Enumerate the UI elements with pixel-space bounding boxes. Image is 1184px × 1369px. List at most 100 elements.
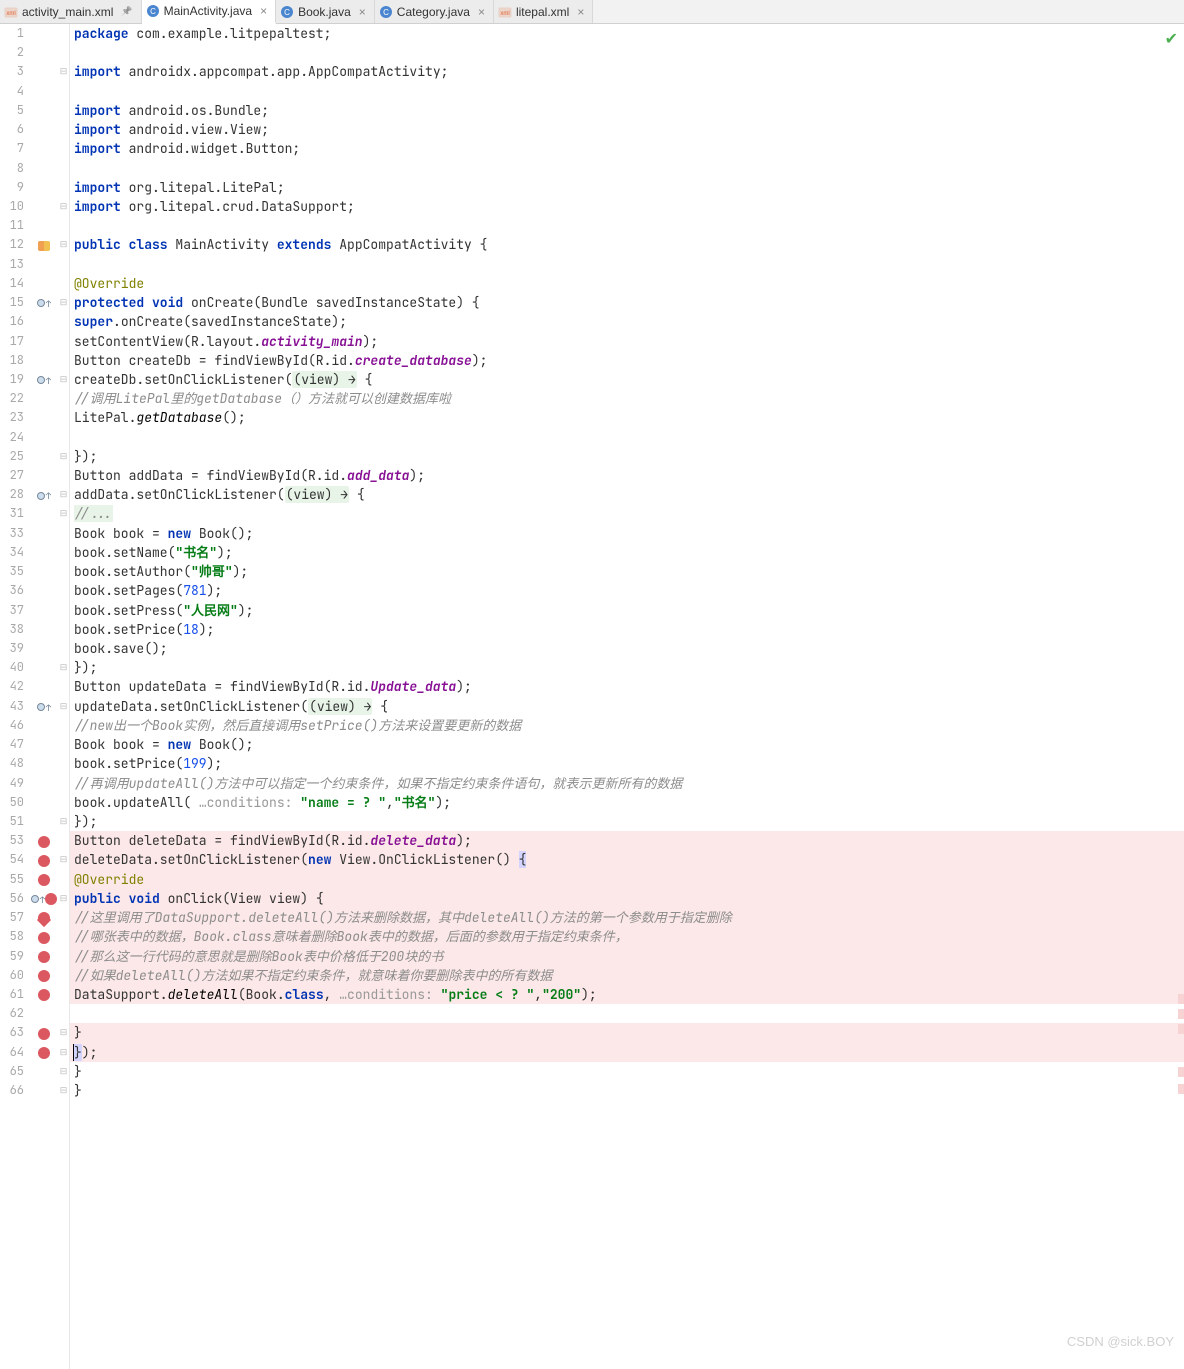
gutter-icon-cell[interactable] — [30, 274, 58, 293]
code-content[interactable]: Book book = new Book(); — [70, 524, 1184, 543]
code-content[interactable]: book.setName("书名"); — [70, 543, 1184, 562]
code-line[interactable]: 2 — [0, 43, 1184, 62]
code-content[interactable]: import android.view.View; — [70, 120, 1184, 139]
fold-toggle[interactable]: ⊟ — [58, 1023, 70, 1042]
code-line[interactable]: 24 — [0, 428, 1184, 447]
breakpoint-icon[interactable] — [38, 951, 50, 963]
code-line[interactable]: 6import android.view.View; — [0, 120, 1184, 139]
code-content[interactable]: //这里调用了DataSupport.deleteAll()方法来删除数据，其中… — [70, 908, 1184, 927]
fold-toggle[interactable] — [58, 985, 70, 1004]
code-content[interactable]: //调用LitePal里的getDatabase（）方法就可以创建数据库啦 — [70, 389, 1184, 408]
code-content[interactable]: setContentView(R.layout.activity_main); — [70, 332, 1184, 351]
breakpoint-icon[interactable] — [45, 893, 57, 905]
fold-toggle[interactable] — [58, 139, 70, 158]
tab-MainActivity-java[interactable]: CMainActivity.java× — [142, 0, 277, 24]
fold-toggle[interactable]: ⊟ — [58, 370, 70, 389]
fold-toggle[interactable] — [58, 927, 70, 946]
code-line[interactable]: 42 Button updateData = findViewById(R.id… — [0, 677, 1184, 696]
code-content[interactable] — [70, 43, 1184, 62]
code-line[interactable]: 13 — [0, 255, 1184, 274]
code-content[interactable]: Button updateData = findViewById(R.id.Up… — [70, 677, 1184, 696]
fold-toggle[interactable] — [58, 966, 70, 985]
code-line[interactable]: 58 //哪张表中的数据，Book.class意味着删除Book表中的数据，后面… — [0, 927, 1184, 946]
code-line[interactable]: 7import android.widget.Button; — [0, 139, 1184, 158]
code-content[interactable]: //new出一个Book实例，然后直接调用setPrice()方法来设置要更新的… — [70, 716, 1184, 735]
breakpoint-icon[interactable] — [38, 932, 50, 944]
fold-toggle[interactable] — [58, 216, 70, 235]
fold-toggle[interactable] — [58, 101, 70, 120]
code-line[interactable]: 18 Button createDb = findViewById(R.id.c… — [0, 351, 1184, 370]
code-line[interactable]: 54⊟ deleteData.setOnClickListener(new Vi… — [0, 850, 1184, 869]
code-content[interactable]: } — [70, 1081, 1184, 1100]
gutter-icon-cell[interactable] — [30, 947, 58, 966]
code-line[interactable]: 4 — [0, 82, 1184, 101]
close-icon[interactable]: × — [577, 5, 584, 19]
code-content[interactable]: createDb.setOnClickListener((view) → { — [70, 370, 1184, 389]
code-line[interactable]: 64⊟ }); — [0, 1043, 1184, 1062]
code-line[interactable]: 23 LitePal.getDatabase(); — [0, 408, 1184, 427]
code-line[interactable]: 36 book.setPages(781); — [0, 581, 1184, 600]
code-content[interactable] — [70, 82, 1184, 101]
code-line[interactable]: 38 book.setPrice(18); — [0, 620, 1184, 639]
gutter-icon-cell[interactable] — [30, 408, 58, 427]
gutter-icon-cell[interactable] — [30, 24, 58, 43]
code-line[interactable]: 48 book.setPrice(199); — [0, 754, 1184, 773]
fold-toggle[interactable] — [58, 620, 70, 639]
fold-toggle[interactable] — [58, 82, 70, 101]
code-line[interactable]: 61 DataSupport.deleteAll(Book.class, …co… — [0, 985, 1184, 1004]
code-content[interactable]: import org.litepal.crud.DataSupport; — [70, 197, 1184, 216]
tab-Category-java[interactable]: CCategory.java× — [375, 0, 494, 23]
gutter-icon-cell[interactable] — [30, 1023, 58, 1042]
fold-toggle[interactable]: ⊟ — [58, 504, 70, 523]
gutter-icon-cell[interactable]: ↑ — [30, 293, 58, 312]
fold-toggle[interactable] — [58, 793, 70, 812]
fold-toggle[interactable] — [58, 581, 70, 600]
code-content[interactable]: } — [70, 1062, 1184, 1081]
gutter-icon-cell[interactable] — [30, 235, 58, 254]
fold-toggle[interactable]: ⊟ — [58, 293, 70, 312]
gutter-icon-cell[interactable]: ↑ — [30, 485, 58, 504]
code-line[interactable]: 59 //那么这一行代码的意思就是删除Book表中价格低于200块的书 — [0, 947, 1184, 966]
code-line[interactable]: 49 //再调用updateAll()方法中可以指定一个约束条件，如果不指定约束… — [0, 774, 1184, 793]
fold-toggle[interactable] — [58, 255, 70, 274]
gutter-icon-cell[interactable] — [30, 639, 58, 658]
gutter-icon-cell[interactable] — [30, 312, 58, 331]
change-marker[interactable] — [1178, 994, 1184, 1004]
fold-toggle[interactable]: ⊟ — [58, 447, 70, 466]
gutter-icon-cell[interactable] — [30, 735, 58, 754]
gutter-icon-cell[interactable] — [30, 332, 58, 351]
code-line[interactable]: 22 //调用LitePal里的getDatabase（）方法就可以创建数据库啦 — [0, 389, 1184, 408]
breakpoint-icon[interactable] — [38, 1047, 50, 1059]
tab-activity_main-xml[interactable]: xmlactivity_main.xml📌 — [0, 0, 142, 23]
code-line[interactable]: 43↑⊟ updateData.setOnClickListener((view… — [0, 697, 1184, 716]
code-line[interactable]: 19↑⊟ createDb.setOnClickListener((view) … — [0, 370, 1184, 389]
code-content[interactable]: }); — [70, 447, 1184, 466]
run-class-icon[interactable] — [38, 241, 50, 251]
gutter-icon-cell[interactable] — [30, 178, 58, 197]
pin-icon[interactable]: 📌 — [121, 6, 132, 17]
code-content[interactable]: super.onCreate(savedInstanceState); — [70, 312, 1184, 331]
gutter-icon-cell[interactable] — [30, 139, 58, 158]
gutter-icon-cell[interactable] — [30, 793, 58, 812]
code-content[interactable]: book.save(); — [70, 639, 1184, 658]
fold-toggle[interactable]: ⊟ — [58, 658, 70, 677]
breakpoint-icon[interactable] — [38, 874, 50, 886]
gutter-icon-cell[interactable] — [30, 351, 58, 370]
gutter-icon-cell[interactable] — [30, 120, 58, 139]
code-content[interactable]: book.updateAll( …conditions: "name = ? "… — [70, 793, 1184, 812]
code-line[interactable]: 63⊟ } — [0, 1023, 1184, 1042]
code-content[interactable]: } — [70, 1023, 1184, 1042]
fold-toggle[interactable] — [58, 831, 70, 850]
code-line[interactable]: 11 — [0, 216, 1184, 235]
code-content[interactable]: Book book = new Book(); — [70, 735, 1184, 754]
code-content[interactable]: updateData.setOnClickListener((view) → { — [70, 697, 1184, 716]
code-line[interactable]: 31⊟ //... — [0, 504, 1184, 523]
code-content[interactable]: //... — [70, 504, 1184, 523]
fold-toggle[interactable] — [58, 43, 70, 62]
code-content[interactable]: }); — [70, 812, 1184, 831]
gutter-icon-cell[interactable] — [30, 927, 58, 946]
code-content[interactable]: book.setAuthor("帅哥"); — [70, 562, 1184, 581]
fold-toggle[interactable] — [58, 947, 70, 966]
code-content[interactable] — [70, 1004, 1184, 1023]
close-icon[interactable]: × — [478, 5, 485, 19]
